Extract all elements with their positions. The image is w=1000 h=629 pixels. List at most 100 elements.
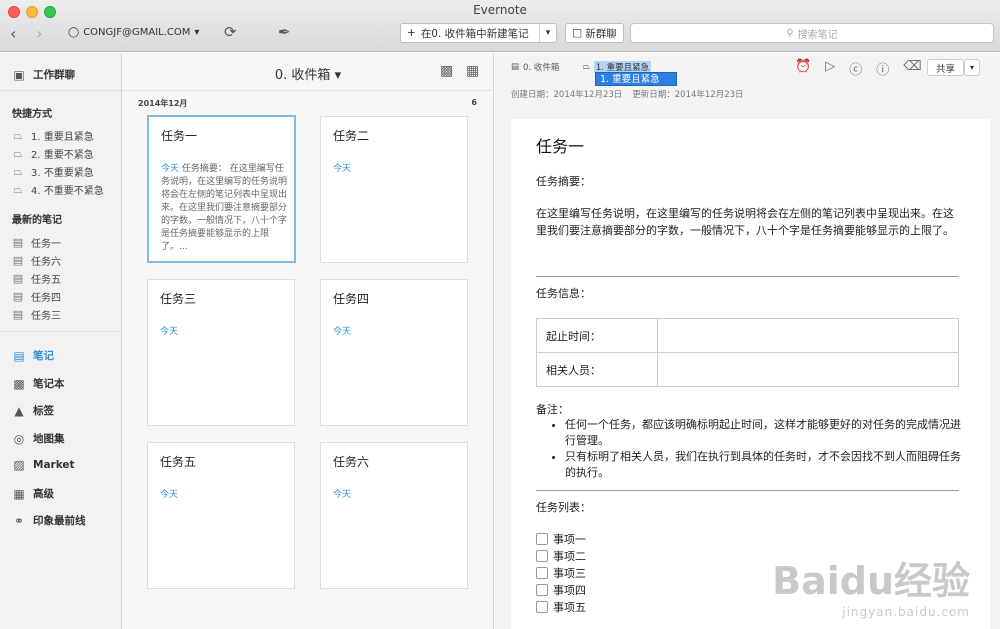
note-card-date: 今天 <box>333 490 352 500</box>
sidebar-item-recent[interactable]: ▤ 任务五 <box>12 271 61 286</box>
share-button[interactable]: 共享 <box>927 59 964 76</box>
pin-icon[interactable]: ✒ <box>278 23 291 41</box>
todo-label: 事项二 <box>553 550 586 563</box>
share-notebook-icon[interactable]: ▩ <box>440 63 453 79</box>
checkbox[interactable] <box>536 567 548 579</box>
presentation-icon[interactable]: ▷ <box>825 59 835 78</box>
new-chat-button[interactable]: □ 新群聊 <box>565 23 624 43</box>
summary-text: 在这里编写任务说明，在这里编写的任务说明将会在左侧的笔记列表中呈现出来。在这里我… <box>536 207 954 237</box>
notebook-icon: ▩ <box>13 376 25 391</box>
sidebar-item-label: 印象最前线 <box>33 515 86 527</box>
sidebar-item-shortcut[interactable]: ⏢ 1. 重要且紧急 <box>12 128 94 144</box>
notebook-selector-label: 0. 收件箱 <box>523 63 560 73</box>
sidebar-item-atlas[interactable]: ◎ 地图集 <box>12 431 65 446</box>
sidebar-item-discover[interactable]: ⚭ 印象最前线 <box>12 513 86 528</box>
sidebar-item-premium[interactable]: ▦ 高级 <box>12 486 54 501</box>
tag-icon: ⏢ <box>13 146 23 160</box>
sidebar-item-market[interactable]: ▨ Market <box>12 458 74 472</box>
note-card-text: 任务摘要： 在这里编写任务说明，在这里编写的任务说明将会在左侧的笔记列表中呈现出… <box>161 164 288 252</box>
table-cell-value[interactable] <box>657 352 959 387</box>
shop-icon: ▨ <box>13 458 25 472</box>
account-email: CONGJF@GMAIL.COM <box>83 27 191 38</box>
note-card-snippet: 今天 <box>160 326 286 339</box>
checkbox[interactable] <box>536 601 548 613</box>
chevron-down-icon: ▾ <box>194 27 200 38</box>
note-icon: ▤ <box>12 290 24 303</box>
todo-item: 事项四 <box>536 582 586 598</box>
sidebar-item-shortcut[interactable]: ⏢ 3. 不重要紧急 <box>12 164 94 180</box>
account-menu[interactable]: ◯ CONGJF@GMAIL.COM ▾ <box>68 27 199 38</box>
note-card[interactable]: 任务三 今天 <box>147 279 295 426</box>
chevron-down-icon: ▾ <box>334 68 342 83</box>
sidebar-item-label: 高级 <box>33 488 54 500</box>
watermark-url: jingyan.baidu.com <box>842 605 970 619</box>
sidebar-item-notes[interactable]: ▤ 笔记 <box>12 348 54 363</box>
premium-icon: ▦ <box>13 486 25 501</box>
sidebar-item-notebooks[interactable]: ▩ 笔记本 <box>12 376 64 391</box>
search-input[interactable]: ⚲ 搜索笔记 <box>630 23 994 43</box>
view-options-icon[interactable]: ▦ <box>466 63 479 79</box>
checkbox[interactable] <box>536 533 548 545</box>
watermark-logo: Baidu经验 <box>772 559 970 603</box>
sidebar-item-label: 任务六 <box>31 257 61 268</box>
notes-list: 任何一个任务，都应该明确标明起止时间，这样才能够更好的对任务的完成情况进行管理。… <box>553 417 963 481</box>
new-note-dropdown-icon[interactable]: ▾ <box>540 28 556 38</box>
note-card-title: 任务一 <box>161 129 198 143</box>
todo-item: 事项三 <box>536 565 586 581</box>
info-icon[interactable]: ⓘ <box>876 59 889 78</box>
checkbox[interactable] <box>536 550 548 562</box>
sidebar-item-label: 4. 不重要不紧急 <box>31 186 104 197</box>
sidebar-item-recent[interactable]: ▤ 任务三 <box>12 307 61 322</box>
at-icon[interactable]: ⓒ <box>849 59 862 78</box>
note-body[interactable]: 任务一 任务摘要： 在这里编写任务说明，在这里编写的任务说明将会在左侧的笔记列表… <box>511 119 990 629</box>
note-card[interactable]: 任务四 今天 <box>320 279 468 426</box>
date-group-label: 2014年12月 <box>138 99 188 108</box>
sync-icon[interactable]: ⟳ <box>224 23 237 41</box>
note-card[interactable]: 任务一 今天 任务摘要： 在这里编写任务说明，在这里编写的任务说明将会在左侧的笔… <box>147 115 296 263</box>
back-arrow-icon[interactable]: ‹ <box>10 24 16 43</box>
sidebar-item-label: 标签 <box>33 405 54 417</box>
discover-icon: ⚭ <box>13 513 25 528</box>
share-dropdown-icon[interactable]: ▾ <box>964 59 980 76</box>
sidebar-item-label: 地图集 <box>33 433 65 445</box>
table-cell-value[interactable] <box>657 318 959 353</box>
tag-icon: ⏢ <box>13 182 23 196</box>
updated-date: 更新日期：2014年12月23日 <box>632 90 744 100</box>
note-icon: ▤ <box>12 236 24 249</box>
sidebar-item-shortcut[interactable]: ⏢ 4. 不重要不紧急 <box>12 182 104 198</box>
note-card-snippet: 今天 任务摘要： 在这里编写任务说明，在这里编写的任务说明将会在左侧的笔记列表中… <box>161 163 287 254</box>
sidebar-item-recent[interactable]: ▤ 任务一 <box>12 235 61 250</box>
sidebar-item-shortcut[interactable]: ⏢ 2. 重要不紧急 <box>12 146 94 162</box>
note-title[interactable]: 任务一 <box>536 133 584 157</box>
new-note-button[interactable]: + 在0. 收件箱中新建笔记 ▾ <box>400 23 557 43</box>
sidebar-divider <box>0 90 121 91</box>
editor-toolbar: ⏰ ▷ ⓒ ⓘ ⌫ <box>795 59 922 78</box>
watermark: Baidu经验 jingyan.baidu.com <box>772 550 970 619</box>
created-date: 创建日期：2014年12月23日 <box>511 90 623 100</box>
tag-suggestion-item[interactable]: 1. 重要且紧急 <box>595 72 677 86</box>
notebook-selector[interactable]: ▤ 0. 收件箱 <box>511 61 559 73</box>
table-cell-label: 起止时间： <box>536 318 658 353</box>
sidebar-work-chat[interactable]: ▣ 工作群聊 <box>12 67 75 82</box>
notebook-title-label: 0. 收件箱 <box>274 68 331 83</box>
note-card-title: 任务二 <box>333 129 370 143</box>
sidebar-item-recent[interactable]: ▤ 任务四 <box>12 289 61 304</box>
globe-icon: ◎ <box>13 431 25 446</box>
sidebar-item-tags[interactable]: ▲ 标签 <box>12 403 54 418</box>
checkbox[interactable] <box>536 584 548 596</box>
info-label: 任务信息： <box>536 287 591 300</box>
note-card[interactable]: 任务六 今天 <box>320 442 468 589</box>
notebook-title[interactable]: 0. 收件箱 ▾ <box>122 64 494 83</box>
reminder-icon[interactable]: ⏰ <box>795 59 811 78</box>
table-row: 相关人员： <box>536 352 959 387</box>
note-card-snippet: 今天 <box>333 326 459 339</box>
trash-icon[interactable]: ⌫ <box>903 59 921 78</box>
sidebar-item-recent[interactable]: ▤ 任务六 <box>12 253 61 268</box>
note-card[interactable]: 任务二 今天 <box>320 116 468 263</box>
sidebar-item-label: 任务三 <box>31 311 61 322</box>
task-info-table: 起止时间： 相关人员： <box>536 318 959 387</box>
sidebar-item-label: 3. 不重要紧急 <box>31 168 94 179</box>
note-card[interactable]: 任务五 今天 <box>147 442 295 589</box>
tag-icon: ▲ <box>14 403 24 418</box>
forward-arrow-icon[interactable]: › <box>36 24 42 43</box>
